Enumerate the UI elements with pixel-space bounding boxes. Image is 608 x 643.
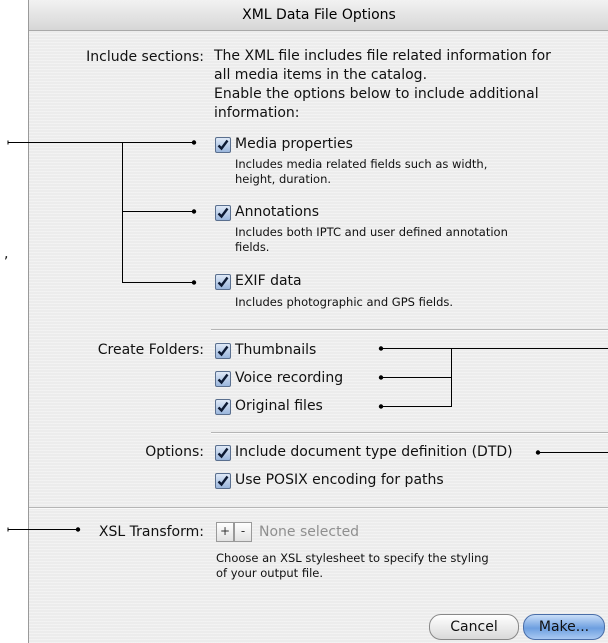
callout-dot: [191, 280, 197, 285]
callout-lines: [7, 140, 608, 532]
callout-dot: [191, 140, 197, 145]
callout-dot: [378, 404, 384, 409]
callout-dot: [535, 450, 541, 455]
callout-dot: [75, 527, 81, 532]
callout-dot: [378, 375, 384, 380]
callout-dot: [378, 346, 384, 351]
callout-dot: [191, 209, 197, 214]
